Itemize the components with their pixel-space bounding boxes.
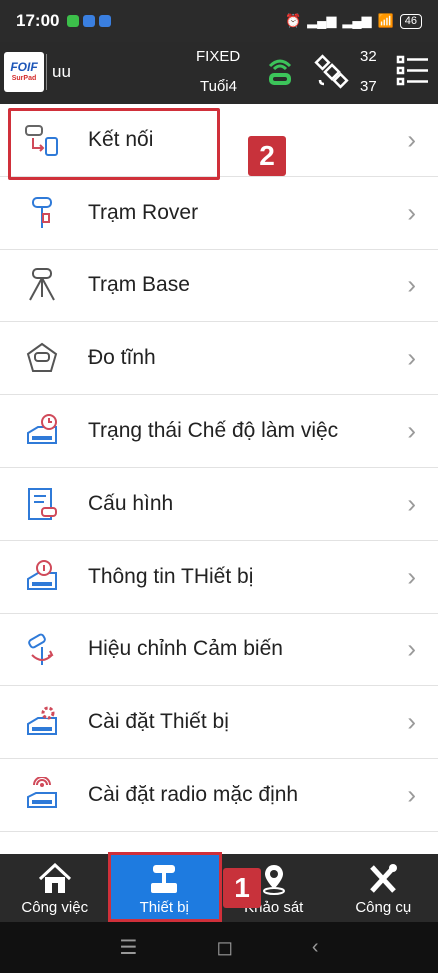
survey-icon (262, 865, 285, 895)
device-menu-list: Kết nối › Trạm Rover › Trạm Base › Đo tĩ… (0, 104, 438, 854)
divider (46, 54, 47, 90)
menu-item-device-info[interactable]: Thông tin THiết bị › (0, 541, 438, 614)
chevron-right-icon: › (407, 124, 416, 155)
menu-item-device-settings[interactable]: Cài đặt Thiết bị › (0, 686, 438, 760)
chevron-right-icon: › (407, 342, 416, 373)
status-bar: 17:00 ⏰ ▂▄▆ ▂▄▆ 📶 46 (0, 0, 438, 42)
menu-item-connection[interactable]: Kết nối › (0, 104, 438, 177)
static-survey-icon (22, 338, 62, 378)
base-station-icon (22, 265, 62, 305)
back-icon[interactable]: ‹ (312, 936, 319, 959)
menu-item-label: Trạm Base (88, 273, 190, 297)
user-name: uu (52, 62, 71, 81)
menu-item-label: Cài đặt Thiết bị (88, 710, 229, 734)
chevron-right-icon: › (407, 633, 416, 664)
chevron-right-icon: › (407, 706, 416, 737)
menu-item-label: Trạm Rover (88, 200, 199, 224)
radio-settings-icon (22, 775, 62, 815)
chevron-right-icon: › (407, 269, 416, 300)
recent-apps-icon[interactable]: ☰ (119, 935, 137, 960)
satellites-visible: 37 (360, 78, 377, 95)
alarm-icon: ⏰ (284, 13, 302, 28)
home-icon (38, 863, 71, 893)
app-header: FOIF SurPad uu FIXED Tuổi4 32 37 (0, 42, 438, 104)
menu-item-radio-settings[interactable]: Cài đặt radio mặc định › (0, 759, 438, 832)
signal-icon: ▂▄▆ (342, 13, 372, 28)
system-nav-bar: ☰ ◻ ‹ (0, 922, 438, 973)
tools-icon (370, 864, 398, 893)
step-badge-2: 2 (248, 136, 286, 176)
chevron-right-icon: › (407, 415, 416, 446)
satellites-used: 32 (360, 48, 377, 65)
nav-tab-jobs[interactable]: Công việc (0, 854, 110, 922)
work-mode-icon (22, 411, 62, 451)
status-time: 17:00 (16, 11, 60, 30)
chevron-right-icon: › (407, 488, 416, 519)
config-icon (22, 484, 62, 524)
signal-icon: ▂▄▆ (307, 13, 337, 28)
menu-list-icon[interactable] (396, 54, 430, 93)
connection-icon (22, 120, 62, 160)
bottom-nav: Công việc Thiết bị Khảo sát Công cụ (0, 854, 438, 922)
device-icon (151, 865, 178, 893)
menu-item-base[interactable]: Trạm Base › (0, 250, 438, 323)
satellite-icon[interactable] (314, 54, 350, 95)
home-button-icon[interactable]: ◻ (216, 935, 233, 960)
menu-item-label: Đo tĩnh (88, 346, 156, 370)
step-badge-1: 1 (223, 868, 261, 908)
device-settings-icon (22, 702, 62, 742)
menu-item-rover[interactable]: Trạm Rover › (0, 177, 438, 250)
nav-tab-device[interactable]: Thiết bị (109, 854, 219, 922)
wifi-icon: 📶 (377, 13, 394, 28)
menu-item-label: Hiệu chỉnh Cảm biến (88, 637, 283, 661)
sensor-calibration-icon (22, 629, 62, 669)
device-info-icon (22, 557, 62, 597)
notification-icon (99, 15, 112, 27)
notification-icon (67, 15, 80, 27)
menu-item-config[interactable]: Cấu hình › (0, 468, 438, 541)
app-logo[interactable]: FOIF SurPad (4, 52, 44, 92)
menu-item-static[interactable]: Đo tĩnh › (0, 322, 438, 396)
age-value: Tuổi4 (200, 78, 237, 95)
fix-status: FIXED (196, 48, 241, 65)
menu-item-sensor-calibration[interactable]: Hiệu chỉnh Cảm biến › (0, 614, 438, 687)
receiver-status-icon[interactable] (262, 54, 298, 95)
chevron-right-icon: › (407, 197, 416, 228)
menu-item-label: Trạng thái Chế độ làm việc (88, 419, 339, 443)
rover-icon (22, 193, 62, 233)
menu-item-work-mode[interactable]: Trạng thái Chế độ làm việc › (0, 395, 438, 468)
chevron-right-icon: › (407, 779, 416, 810)
menu-item-label: Kết nối (88, 127, 154, 151)
menu-item-label: Cấu hình (88, 491, 174, 515)
notification-icon (83, 15, 96, 27)
battery-icon: 46 (399, 13, 422, 29)
nav-tab-tools[interactable]: Công cụ (329, 854, 438, 922)
menu-item-label: Thông tin THiết bị (88, 564, 254, 588)
menu-item-label: Cài đặt radio mặc định (88, 783, 299, 807)
chevron-right-icon: › (407, 561, 416, 592)
